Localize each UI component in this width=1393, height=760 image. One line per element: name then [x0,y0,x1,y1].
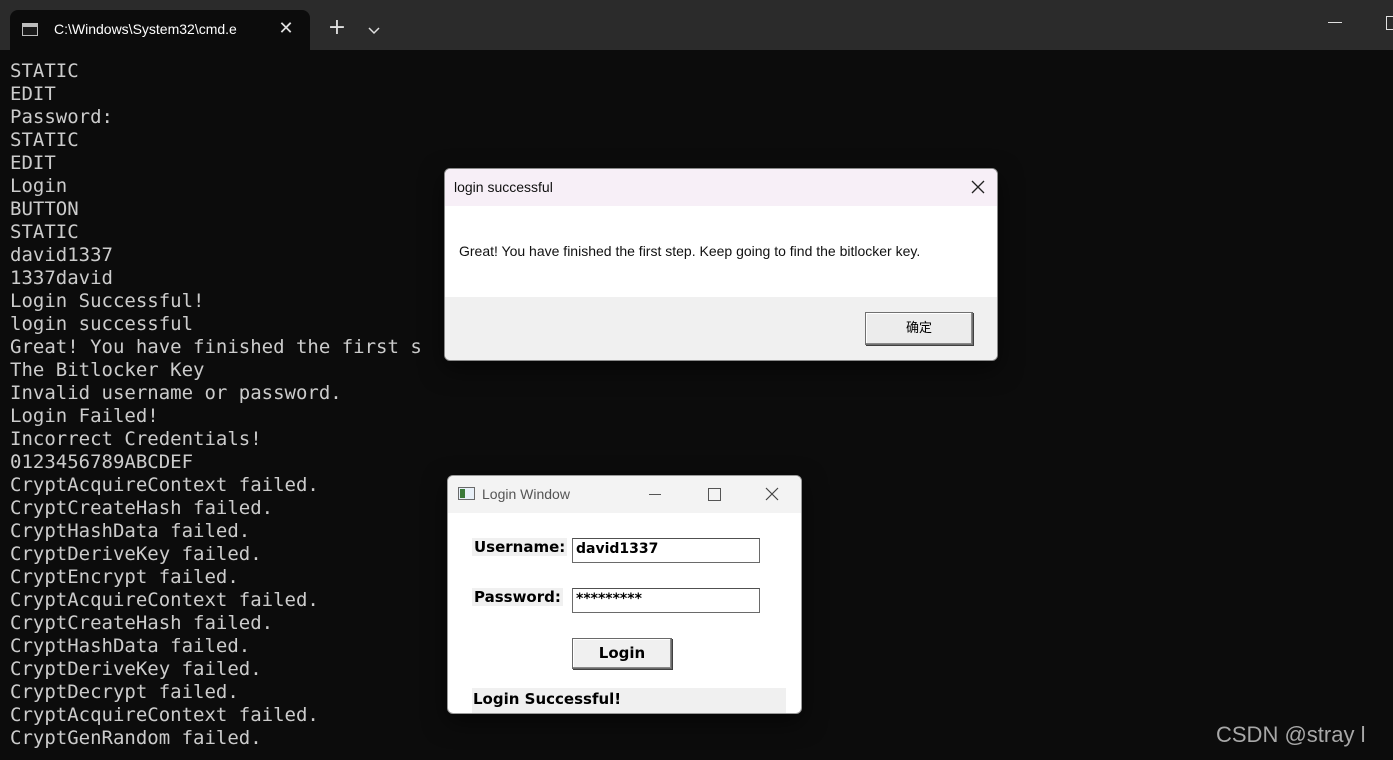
chevron-down-icon[interactable] [364,20,384,40]
username-label: Username: [472,538,568,556]
password-label: Password: [472,588,563,606]
login-window-titlebar: Login Window [448,476,801,513]
console-line: The Bitlocker Key [10,359,205,381]
login-button[interactable]: Login [572,638,672,669]
new-tab-button[interactable]: + [326,17,348,39]
message-box-titlebar: login successful [445,169,997,206]
terminal-titlebar: C:\Windows\System32\cmd.e ✕ + [0,0,1393,50]
console-line: EDIT [10,83,56,105]
tab-cmd[interactable]: C:\Windows\System32\cmd.e ✕ [10,10,310,50]
console-line: CryptGenRandom failed. [10,727,262,749]
close-icon[interactable] [764,486,780,502]
console-line: STATIC [10,221,79,243]
login-window: Login Window Username: david1337 Passwor… [447,475,802,714]
console-line: Incorrect Credentials! [10,428,262,450]
login-window-title: Login Window [482,486,570,502]
console-line: CryptAcquireContext failed. [10,704,319,726]
console-line: Login Failed! [10,405,159,427]
console-line: Password: [10,106,113,128]
console-line: CryptCreateHash failed. [10,612,274,634]
console-line: login successful [10,313,194,335]
console-line: BUTTON [10,198,79,220]
tab-close-icon[interactable]: ✕ [276,19,296,39]
console-line: Login [10,175,68,197]
tab-title: C:\Windows\System32\cmd.e [54,21,237,37]
login-status-text: Login Successful! [472,688,786,713]
console-line: CryptDecrypt failed. [10,681,239,703]
console-output: STATIC EDIT Password: STATIC EDIT Login BUTTON… [10,60,422,750]
console-line: CryptHashData failed. [10,520,251,542]
message-box-footer: 确定 [445,297,997,360]
console-line: EDIT [10,152,56,174]
message-box-title: login successful [454,179,553,195]
console-line: Great! You have finished the first s [10,336,422,358]
console-line: david1337 [10,244,113,266]
console-line: CryptHashData failed. [10,635,251,657]
maximize-icon[interactable] [708,488,721,501]
console-line: CryptEncrypt failed. [10,566,239,588]
console-line: CryptDeriveKey failed. [10,543,262,565]
maximize-icon[interactable] [1386,16,1393,30]
message-box: login successful Great! You have finishe… [444,168,998,361]
console-line: Login Successful! [10,290,205,312]
console-line: CryptAcquireContext failed. [10,474,319,496]
console-line: CryptDeriveKey failed. [10,658,262,680]
message-box-text: Great! You have finished the first step.… [459,243,921,259]
password-input[interactable]: ********* [572,588,760,613]
minimize-icon[interactable] [1328,22,1342,23]
cmd-icon [22,23,38,36]
console-line: Invalid username or password. [10,382,342,404]
console-line: 1337david [10,267,113,289]
ok-button[interactable]: 确定 [865,312,973,345]
console-line: CryptAcquireContext failed. [10,589,319,611]
console-line: CryptCreateHash failed. [10,497,274,519]
close-icon[interactable] [969,178,987,196]
console-line: STATIC [10,60,79,82]
console-line: 0123456789ABCDEF [10,451,194,473]
minimize-icon[interactable] [649,494,661,495]
username-input[interactable]: david1337 [572,538,760,563]
app-window-icon [458,487,475,500]
watermark: CSDN @stray l [1216,722,1366,747]
console-line: STATIC [10,129,79,151]
